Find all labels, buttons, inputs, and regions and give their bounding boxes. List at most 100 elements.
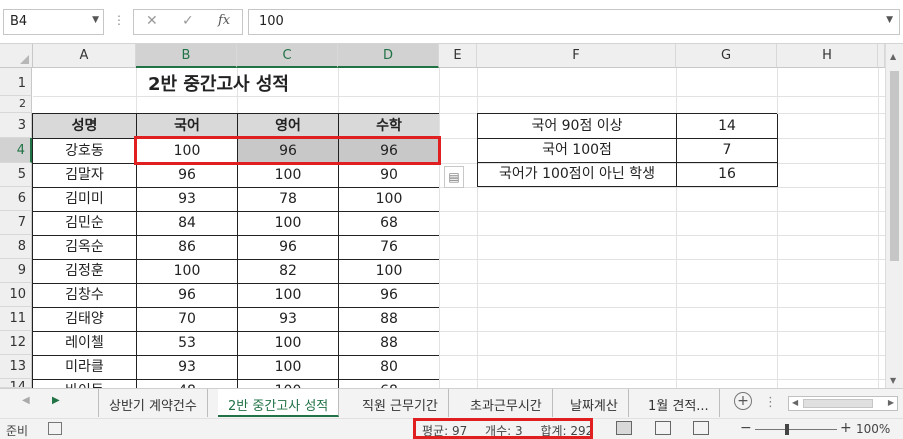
table-cell[interactable]: 100 — [339, 188, 439, 212]
tab-날짜계산[interactable]: 날짜계산 — [560, 389, 629, 417]
tab-상반기-계약건수[interactable]: 상반기 계약건수 — [99, 389, 208, 417]
tab-직원-근무기간[interactable]: 직원 근무기간 — [352, 389, 449, 417]
table-cell[interactable]: 김말자 — [33, 164, 137, 188]
zoom-level[interactable]: 100% — [856, 422, 890, 436]
cancel-icon[interactable]: ✕ — [146, 13, 158, 29]
table-cell[interactable]: 김민순 — [33, 212, 137, 236]
table-cell[interactable]: 68 — [339, 380, 439, 388]
scroll-left-icon[interactable]: ◀ — [792, 398, 798, 407]
scroll-thumb[interactable] — [803, 399, 873, 408]
fx-icon[interactable]: fx — [218, 13, 230, 28]
table-cell[interactable]: 100 — [238, 284, 339, 308]
table-cell[interactable]: 레이첼 — [33, 332, 137, 356]
formula-input[interactable]: 100 ▼ — [248, 9, 900, 35]
summary-value-cell[interactable]: 16 — [677, 163, 778, 187]
normal-view-icon[interactable] — [616, 421, 632, 435]
table-cell[interactable]: 김옥순 — [33, 236, 137, 260]
table-cell[interactable]: 93 — [137, 188, 238, 212]
select-all-button[interactable] — [0, 44, 33, 68]
column-header-b[interactable]: B — [136, 44, 237, 68]
scroll-right-icon[interactable]: ▶ — [888, 398, 894, 407]
table-cell[interactable]: 100 — [238, 380, 339, 388]
check-icon[interactable]: ✓ — [182, 13, 194, 29]
table-cell[interactable]: 100 — [238, 332, 339, 356]
table-cell[interactable]: 68 — [339, 212, 439, 236]
table-cell[interactable]: 100 — [339, 260, 439, 284]
table-cell[interactable]: 김정훈 — [33, 260, 137, 284]
summary-value-cell[interactable]: 14 — [677, 114, 778, 139]
column-header-f[interactable]: F — [477, 44, 676, 68]
table-cell[interactable]: 84 — [137, 212, 238, 236]
row-header-9[interactable]: 9 — [0, 259, 32, 283]
table-cell[interactable]: 88 — [339, 308, 439, 332]
row-header-5[interactable]: 5 — [0, 163, 32, 187]
table-header-cell[interactable]: 성명 — [33, 114, 137, 139]
table-cell[interactable]: 강호동 — [33, 139, 137, 164]
row-header-14[interactable]: 14 — [0, 379, 32, 388]
table-cell[interactable]: 96 — [339, 284, 439, 308]
table-cell[interactable]: 100 — [238, 164, 339, 188]
column-header-g[interactable]: G — [676, 44, 777, 68]
row-header-13[interactable]: 13 — [0, 355, 32, 379]
tab-초과근무시간[interactable]: 초과근무시간 — [460, 389, 553, 417]
more-options-icon[interactable]: ⋮ — [764, 395, 777, 410]
drag-handle-icon[interactable]: ⋮ — [113, 13, 125, 27]
row-header-2[interactable]: 2 — [0, 96, 32, 113]
table-cell[interactable]: 88 — [339, 332, 439, 356]
row-header-12[interactable]: 12 — [0, 331, 32, 355]
row-header-8[interactable]: 8 — [0, 235, 32, 259]
row-header-6[interactable]: 6 — [0, 187, 32, 211]
prev-sheet-icon[interactable]: ◀ — [22, 395, 30, 406]
table-cell[interactable]: 김태양 — [33, 308, 137, 332]
table-cell[interactable]: 53 — [137, 332, 238, 356]
zoom-slider-knob[interactable] — [785, 424, 789, 435]
row-header-11[interactable]: 11 — [0, 307, 32, 331]
row-header-1[interactable]: 1 — [0, 68, 32, 96]
table-cell[interactable]: 96 — [238, 236, 339, 260]
summary-label-cell[interactable]: 국어 100점 — [478, 139, 677, 163]
table-cell[interactable]: 93 — [137, 356, 238, 380]
table-cell[interactable]: 96 — [137, 164, 238, 188]
column-header-e[interactable]: E — [439, 44, 477, 68]
zoom-in-icon[interactable]: + — [840, 420, 852, 436]
table-cell[interactable]: 70 — [137, 308, 238, 332]
table-cell[interactable]: 82 — [238, 260, 339, 284]
page-break-view-icon[interactable] — [693, 421, 709, 435]
table-cell[interactable]: 78 — [238, 188, 339, 212]
zoom-slider[interactable] — [755, 429, 837, 430]
table-cell[interactable]: 김창수 — [33, 284, 137, 308]
column-header-d[interactable]: D — [338, 44, 439, 68]
summary-label-cell[interactable]: 국어 90점 이상 — [478, 114, 677, 139]
add-sheet-icon[interactable]: + — [734, 392, 752, 410]
table-cell[interactable]: 100 — [238, 356, 339, 380]
table-cell[interactable]: 100 — [137, 260, 238, 284]
row-header-10[interactable]: 10 — [0, 283, 32, 307]
zoom-out-icon[interactable]: − — [740, 420, 752, 436]
table-cell[interactable]: 바이든 — [33, 380, 137, 388]
table-cell[interactable]: 93 — [238, 308, 339, 332]
column-header-a[interactable]: A — [33, 44, 136, 68]
summary-value-cell[interactable]: 7 — [677, 139, 778, 163]
scroll-up-icon[interactable]: ▲ — [890, 52, 896, 61]
name-box[interactable]: B4 ▼ — [3, 9, 104, 35]
table-cell[interactable]: 48 — [137, 380, 238, 388]
summary-label-cell[interactable]: 국어가 100점이 아닌 학생 — [478, 163, 677, 187]
macro-record-icon[interactable] — [48, 422, 62, 435]
table-cell[interactable]: 미라클 — [33, 356, 137, 380]
table-cell[interactable]: 76 — [339, 236, 439, 260]
vertical-scrollbar[interactable]: ▲ ▼ — [885, 44, 903, 388]
tab-2반-중간고사-성적[interactable]: 2반 중간고사 성적 — [218, 389, 340, 417]
column-header-c[interactable]: C — [237, 44, 338, 68]
row-header-3[interactable]: 3 — [0, 113, 32, 138]
chevron-down-icon[interactable]: ▼ — [886, 15, 893, 25]
next-sheet-icon[interactable]: ▶ — [52, 395, 60, 406]
scroll-down-icon[interactable]: ▼ — [890, 376, 896, 385]
table-cell[interactable]: 86 — [137, 236, 238, 260]
scroll-thumb[interactable] — [890, 71, 899, 261]
row-header-4[interactable]: 4 — [0, 138, 32, 163]
sheet-title[interactable]: 2반 중간고사 성적 — [148, 70, 289, 96]
table-cell[interactable]: 100 — [238, 212, 339, 236]
chevron-down-icon[interactable]: ▼ — [92, 15, 99, 25]
table-cell[interactable]: 96 — [137, 284, 238, 308]
tab-1월-견적[interactable]: 1월 견적... — [638, 389, 720, 417]
